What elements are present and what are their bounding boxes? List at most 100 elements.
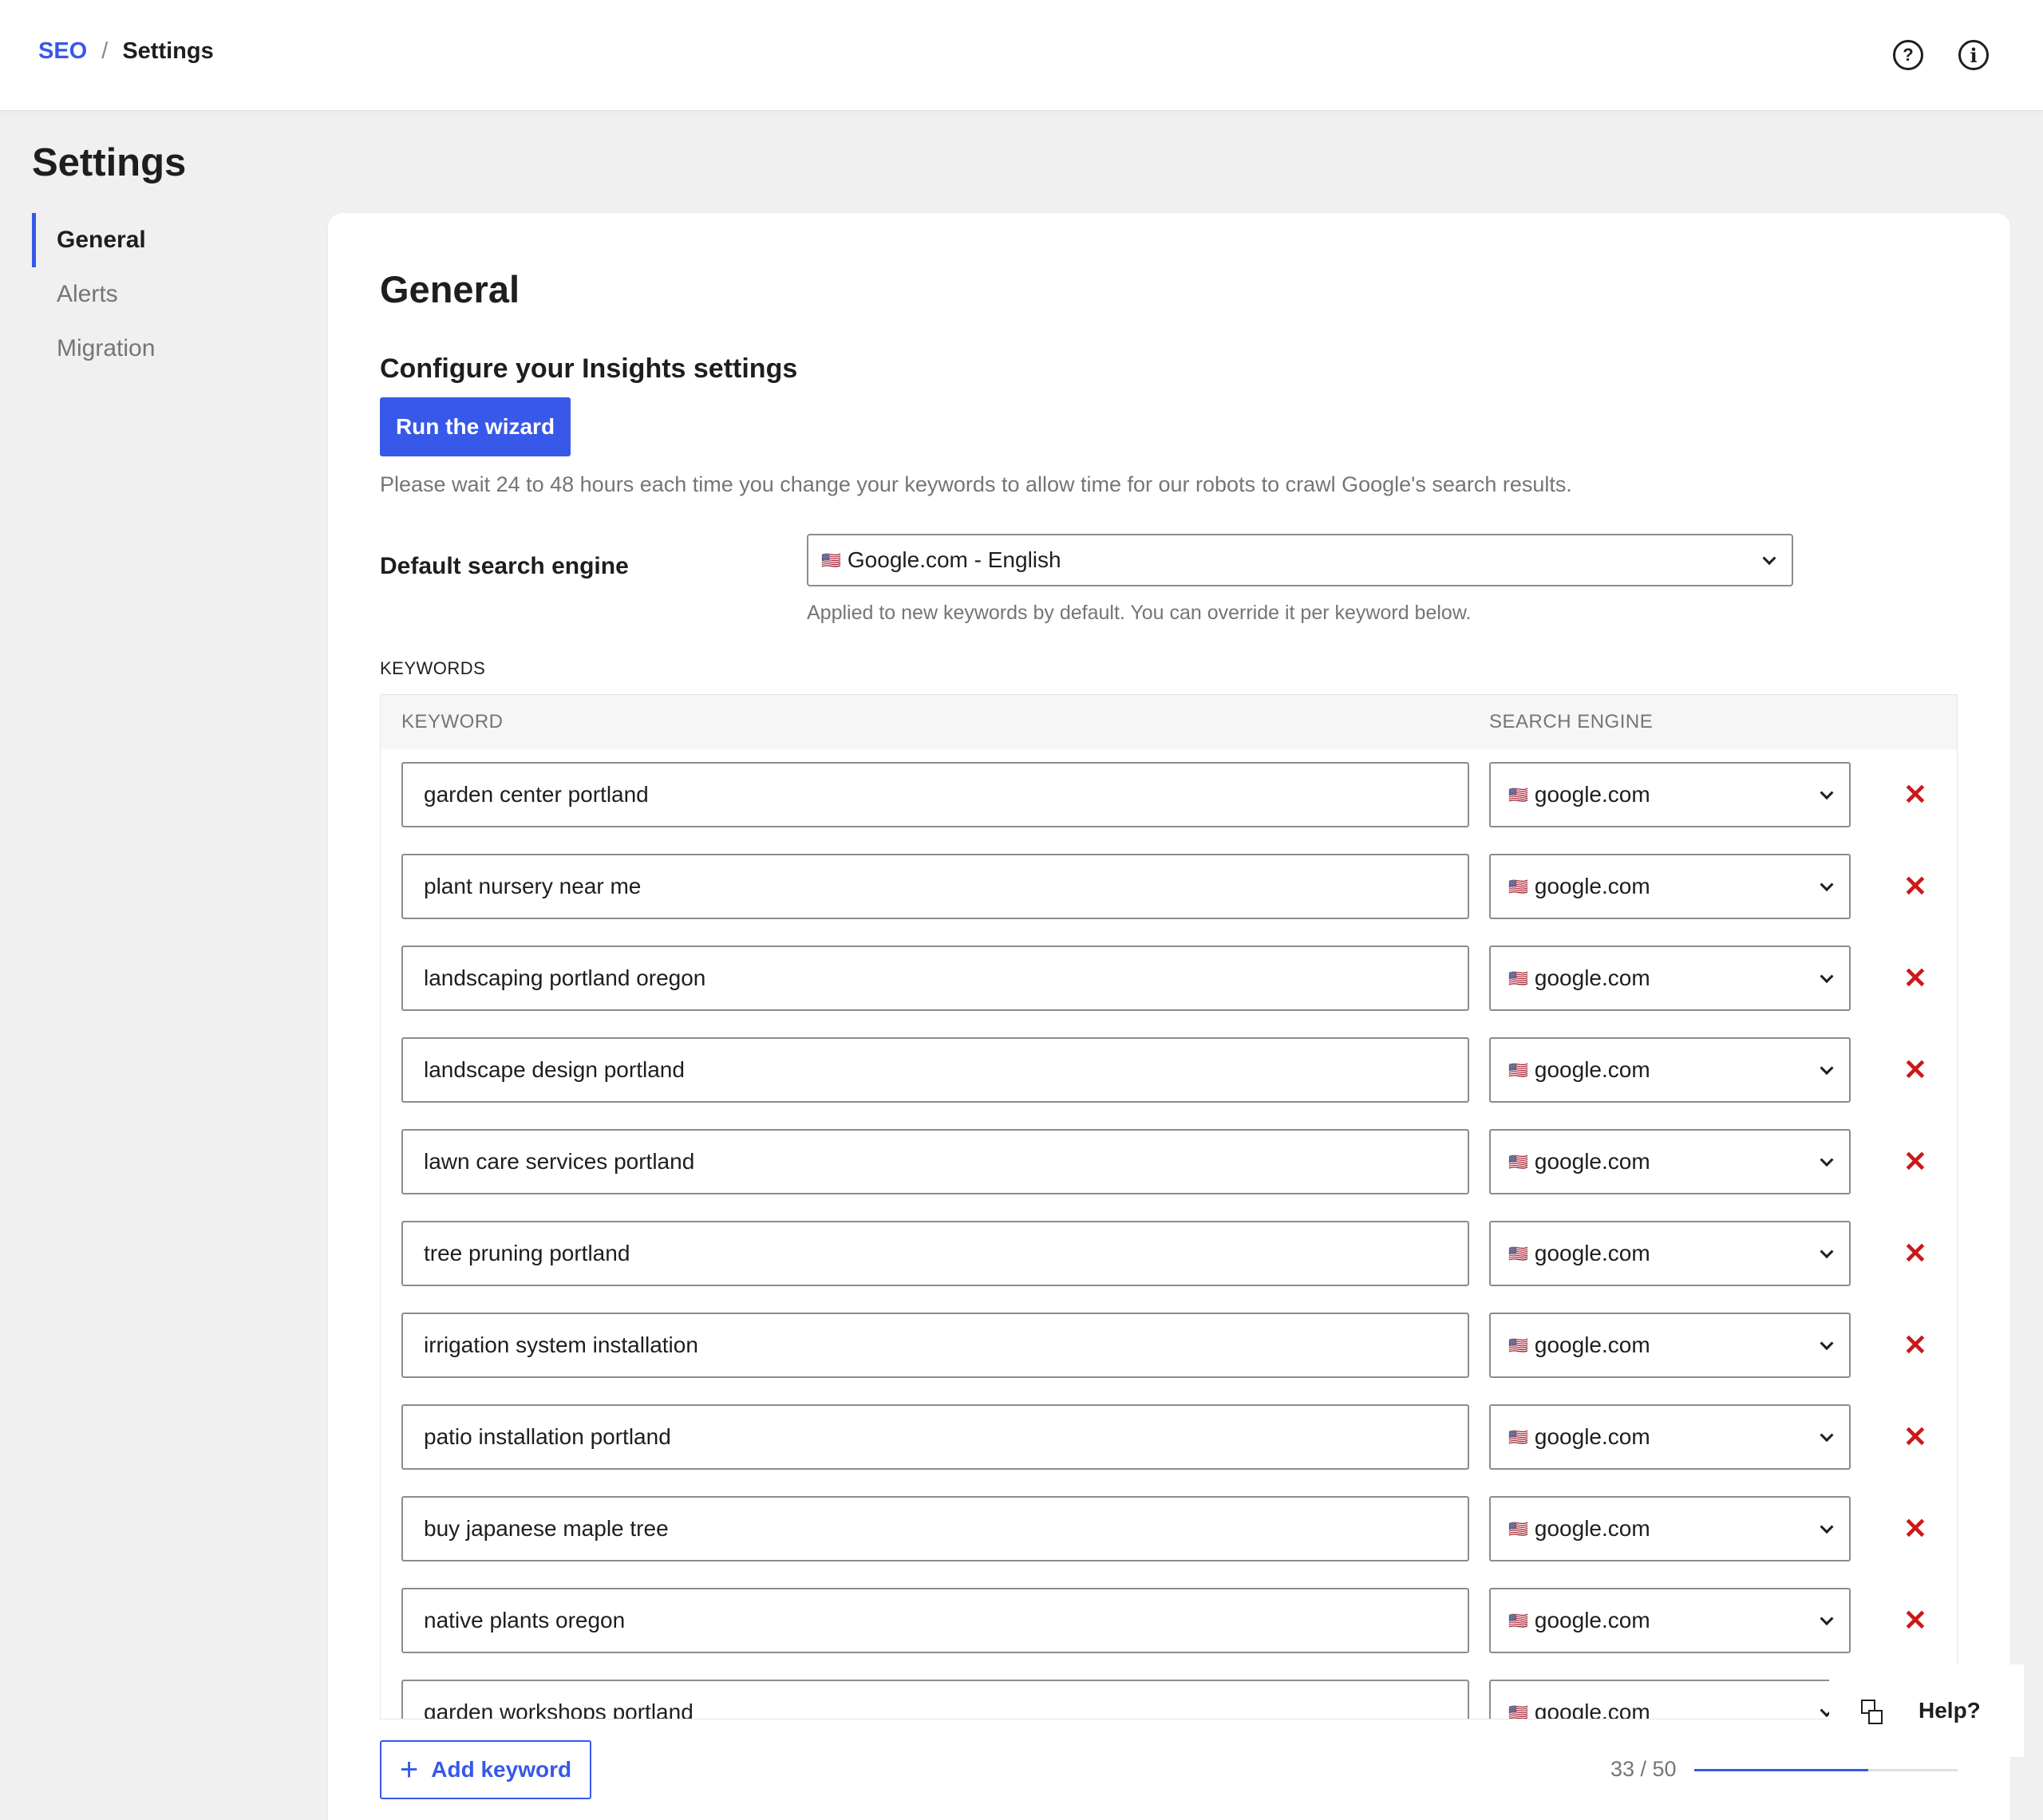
sidebar-item-alerts[interactable]: Alerts (32, 267, 271, 322)
help-widget[interactable]: Help? (1829, 1664, 2024, 1757)
keyword-input[interactable]: plant nursery near me (401, 854, 1469, 919)
help-widget-label: Help? (1919, 1698, 1981, 1723)
us-flag-icon: 🇺🇸 (1508, 1336, 1528, 1355)
keyword-input[interactable]: irrigation system installation (401, 1313, 1469, 1378)
keyword-search-engine-value: google.com (1534, 1700, 1650, 1719)
keyword-row: landscape design portland 🇺🇸 google.com ✕ (381, 1037, 1957, 1103)
keyword-search-engine-select[interactable]: 🇺🇸 google.com (1489, 1129, 1851, 1194)
sidebar-item-migration[interactable]: Migration (32, 322, 271, 376)
remove-keyword-icon[interactable]: ✕ (1900, 961, 1930, 994)
keyword-row: landscaping portland oregon 🇺🇸 google.com ✕ (381, 946, 1957, 1011)
keyword-search-engine-value: google.com (1534, 1149, 1650, 1174)
keywords-table: KEYWORD SEARCH ENGINE garden center port… (380, 694, 1958, 1719)
add-keyword-button[interactable]: + Add keyword (380, 1740, 591, 1799)
us-flag-icon: 🇺🇸 (821, 551, 841, 570)
keyword-search-engine-select[interactable]: 🇺🇸 google.com (1489, 1221, 1851, 1286)
keyword-input-value: garden center portland (424, 782, 649, 807)
keyword-search-engine-value: google.com (1534, 874, 1650, 898)
us-flag-icon: 🇺🇸 (1508, 969, 1528, 988)
plus-icon: + (399, 1752, 419, 1787)
chevron-down-icon (1820, 1520, 1834, 1534)
general-settings-card: General Configure your Insights settings… (328, 213, 2010, 1820)
default-search-engine-value: Google.com - English (847, 547, 1061, 572)
us-flag-icon: 🇺🇸 (1508, 1428, 1528, 1447)
keyword-input[interactable]: landscape design portland (401, 1037, 1469, 1103)
keyword-input[interactable]: native plants oregon (401, 1588, 1469, 1653)
keyword-search-engine-select[interactable]: 🇺🇸 google.com (1489, 1496, 1851, 1561)
keyword-input[interactable]: garden center portland (401, 762, 1469, 827)
keyword-input[interactable]: garden workshops portland (401, 1680, 1469, 1719)
keyword-usage-count: 33 / 50 (1610, 1757, 1677, 1781)
keyword-search-engine-select[interactable]: 🇺🇸 google.com (1489, 854, 1851, 919)
chevron-down-icon (1762, 551, 1776, 566)
keyword-input-value: landscape design portland (424, 1057, 685, 1082)
keyword-row: lawn care services portland 🇺🇸 google.com ✕ (381, 1129, 1957, 1194)
keyword-input[interactable]: lawn care services portland (401, 1129, 1469, 1194)
chevron-down-icon (1820, 1612, 1834, 1626)
keyword-input[interactable]: landscaping portland oregon (401, 946, 1469, 1011)
chat-bubbles-icon (1861, 1700, 1883, 1724)
settings-sidebar: General Alerts Migration (32, 213, 271, 376)
sidebar-item-general[interactable]: General (32, 213, 271, 267)
keyword-input[interactable]: buy japanese maple tree (401, 1496, 1469, 1561)
us-flag-icon: 🇺🇸 (1508, 1061, 1528, 1080)
keyword-search-engine-select[interactable]: 🇺🇸 google.com (1489, 762, 1851, 827)
chevron-down-icon (1820, 878, 1834, 892)
us-flag-icon: 🇺🇸 (1508, 878, 1528, 896)
keyword-search-engine-value: google.com (1534, 782, 1650, 807)
default-search-engine-select[interactable]: 🇺🇸 Google.com - English (807, 534, 1793, 586)
top-bar: SEO / Settings ? i (0, 0, 2043, 111)
keywords-table-header: KEYWORD SEARCH ENGINE (381, 695, 1957, 749)
chevron-down-icon (1820, 1061, 1834, 1076)
keyword-search-engine-value: google.com (1534, 1516, 1650, 1541)
info-circle-icon[interactable]: i (1958, 40, 1989, 70)
us-flag-icon: 🇺🇸 (1508, 1245, 1528, 1263)
keyword-row: native plants oregon 🇺🇸 google.com ✕ (381, 1588, 1957, 1653)
keyword-input[interactable]: patio installation portland (401, 1404, 1469, 1470)
chevron-down-icon (1820, 1245, 1834, 1259)
chevron-down-icon (1820, 969, 1834, 984)
page-title: Settings (32, 141, 187, 184)
keyword-search-engine-select[interactable]: 🇺🇸 google.com (1489, 1680, 1851, 1719)
remove-keyword-icon[interactable]: ✕ (1900, 1512, 1930, 1545)
remove-keyword-icon[interactable]: ✕ (1900, 870, 1930, 902)
keyword-input-value: tree pruning portland (424, 1241, 630, 1265)
run-wizard-button[interactable]: Run the wizard (380, 397, 571, 456)
remove-keyword-icon[interactable]: ✕ (1900, 1328, 1930, 1361)
breadcrumb-seo-link[interactable]: SEO (38, 38, 87, 65)
default-search-engine-label: Default search engine (380, 553, 629, 579)
keyword-input-value: plant nursery near me (424, 874, 642, 898)
keyword-search-engine-select[interactable]: 🇺🇸 google.com (1489, 1037, 1851, 1103)
remove-keyword-icon[interactable]: ✕ (1900, 1604, 1930, 1636)
chevron-down-icon (1820, 1153, 1834, 1167)
column-header-keyword: KEYWORD (401, 711, 504, 732)
remove-keyword-icon[interactable]: ✕ (1900, 1420, 1930, 1453)
remove-keyword-icon[interactable]: ✕ (1900, 1145, 1930, 1178)
keyword-row: garden workshops portland🇺🇸google.com✕ (381, 1680, 1957, 1719)
help-circle-icon[interactable]: ? (1893, 40, 1923, 70)
breadcrumb-separator: / (101, 38, 109, 64)
breadcrumb: SEO / Settings (38, 38, 214, 65)
keyword-input[interactable]: tree pruning portland (401, 1221, 1469, 1286)
keyword-row: garden center portland 🇺🇸 google.com ✕ (381, 762, 1957, 827)
section-title: General (380, 268, 520, 310)
keyword-row: plant nursery near me 🇺🇸 google.com ✕ (381, 854, 1957, 919)
keyword-input-value: garden workshops portland (424, 1700, 694, 1719)
chevron-down-icon (1820, 1428, 1834, 1443)
remove-keyword-icon[interactable]: ✕ (1900, 778, 1930, 811)
keyword-input-value: buy japanese maple tree (424, 1516, 669, 1541)
keyword-search-engine-value: google.com (1534, 1057, 1650, 1082)
keyword-search-engine-value: google.com (1534, 965, 1650, 990)
keyword-search-engine-select[interactable]: 🇺🇸 google.com (1489, 1313, 1851, 1378)
remove-keyword-icon[interactable]: ✕ (1900, 1053, 1930, 1086)
keyword-search-engine-select[interactable]: 🇺🇸 google.com (1489, 1404, 1851, 1470)
us-flag-icon: 🇺🇸 (1508, 1153, 1528, 1171)
keyword-search-engine-select[interactable]: 🇺🇸 google.com (1489, 946, 1851, 1011)
add-keyword-label: Add keyword (431, 1757, 572, 1782)
remove-keyword-icon[interactable]: ✕ (1900, 1237, 1930, 1269)
keyword-row: tree pruning portland 🇺🇸 google.com ✕ (381, 1221, 1957, 1286)
keyword-row: patio installation portland 🇺🇸 google.com ✕ (381, 1404, 1957, 1470)
keyword-search-engine-select[interactable]: 🇺🇸 google.com (1489, 1588, 1851, 1653)
chevron-down-icon (1820, 1336, 1834, 1351)
keyword-search-engine-value: google.com (1534, 1608, 1650, 1632)
